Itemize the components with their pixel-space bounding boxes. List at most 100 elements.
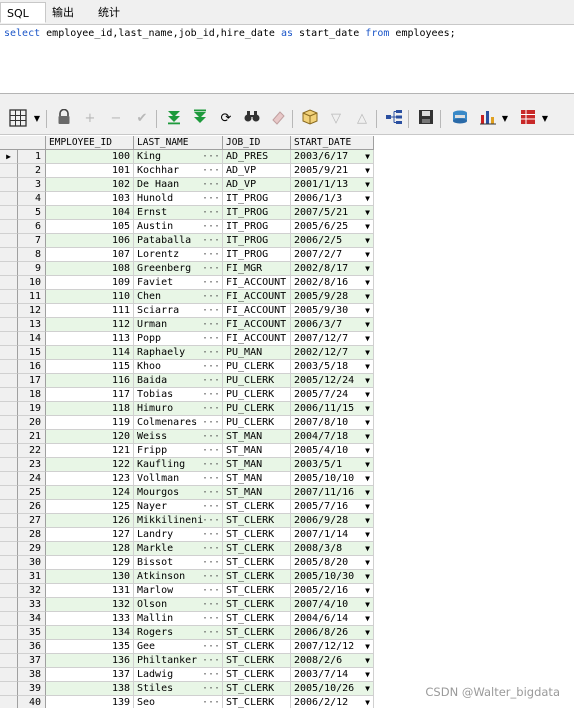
ellipsis-button[interactable]: ···: [202, 318, 220, 331]
cell-last-name[interactable]: Popp ···: [134, 332, 223, 346]
dropdown-arrow-icon[interactable]: ▼: [365, 346, 370, 359]
row-number[interactable]: 36: [18, 640, 46, 654]
row-number[interactable]: 10: [18, 276, 46, 290]
header-last-name[interactable]: LAST_NAME: [134, 136, 223, 150]
dropdown-arrow-icon[interactable]: ▼: [365, 248, 370, 261]
cell-start-date[interactable]: 2005/6/25 ▼: [291, 220, 374, 234]
row-number[interactable]: 25: [18, 486, 46, 500]
ellipsis-button[interactable]: ···: [202, 444, 220, 457]
dropdown-arrow-icon[interactable]: ▼: [365, 290, 370, 303]
chevron-down-icon[interactable]: ▼: [540, 109, 550, 129]
cell-job-id[interactable]: FI_ACCOUNT: [223, 276, 291, 290]
dropdown-arrow-icon[interactable]: ▼: [365, 612, 370, 625]
ellipsis-button[interactable]: ···: [202, 626, 220, 639]
cell-job-id[interactable]: ST_CLERK: [223, 514, 291, 528]
export-icon[interactable]: [450, 109, 470, 129]
cell-employee-id[interactable]: 109: [46, 276, 134, 290]
cell-employee-id[interactable]: 101: [46, 164, 134, 178]
cell-last-name[interactable]: Sciarra ···: [134, 304, 223, 318]
cell-last-name[interactable]: Faviet ···: [134, 276, 223, 290]
cell-job-id[interactable]: PU_CLERK: [223, 388, 291, 402]
cell-employee-id[interactable]: 120: [46, 430, 134, 444]
ellipsis-button[interactable]: ···: [202, 192, 220, 205]
cell-employee-id[interactable]: 129: [46, 556, 134, 570]
cell-employee-id[interactable]: 139: [46, 696, 134, 708]
cell-job-id[interactable]: ST_MAN: [223, 472, 291, 486]
ellipsis-button[interactable]: ···: [202, 332, 220, 345]
cell-job-id[interactable]: IT_PROG: [223, 206, 291, 220]
dropdown-arrow-icon[interactable]: ▼: [365, 234, 370, 247]
table-row[interactable]: 20 119 Colmenares ··· PU_CLERK 2007/8/10 ▼: [0, 416, 574, 430]
table-row[interactable]: 27 126 Mikkilineni ··· ST_CLERK 2006/9/28 ▼: [0, 514, 574, 528]
clear-icon[interactable]: [268, 109, 288, 129]
dropdown-arrow-icon[interactable]: ▼: [365, 332, 370, 345]
row-number[interactable]: 32: [18, 584, 46, 598]
cell-job-id[interactable]: AD_VP: [223, 178, 291, 192]
cell-start-date[interactable]: 2006/2/5 ▼: [291, 234, 374, 248]
cell-start-date[interactable]: 2004/6/14 ▼: [291, 612, 374, 626]
cell-job-id[interactable]: ST_MAN: [223, 458, 291, 472]
tab-statistics[interactable]: 统计: [92, 2, 138, 23]
ellipsis-button[interactable]: ···: [202, 556, 220, 569]
ellipsis-button[interactable]: ···: [202, 612, 220, 625]
cell-job-id[interactable]: IT_PROG: [223, 234, 291, 248]
cell-last-name[interactable]: De Haan ···: [134, 178, 223, 192]
cell-last-name[interactable]: Greenberg ···: [134, 262, 223, 276]
dropdown-arrow-icon[interactable]: ▼: [365, 276, 370, 289]
cell-start-date[interactable]: 2007/5/21 ▼: [291, 206, 374, 220]
cell-job-id[interactable]: ST_MAN: [223, 430, 291, 444]
cell-start-date[interactable]: 2007/12/7 ▼: [291, 332, 374, 346]
dropdown-arrow-icon[interactable]: ▼: [365, 388, 370, 401]
cell-last-name[interactable]: Baida ···: [134, 374, 223, 388]
table-row[interactable]: 19 118 Himuro ··· PU_CLERK 2006/11/15 ▼: [0, 402, 574, 416]
dropdown-arrow-icon[interactable]: ▼: [365, 360, 370, 373]
cell-employee-id[interactable]: 121: [46, 444, 134, 458]
cell-last-name[interactable]: Urman ···: [134, 318, 223, 332]
table-row[interactable]: 38 137 Ladwig ··· ST_CLERK 2003/7/14 ▼: [0, 668, 574, 682]
cell-job-id[interactable]: FI_MGR: [223, 262, 291, 276]
dropdown-arrow-icon[interactable]: ▼: [365, 528, 370, 541]
ellipsis-button[interactable]: ···: [202, 682, 220, 695]
cell-last-name[interactable]: Seo ···: [134, 696, 223, 708]
cell-start-date[interactable]: 2006/2/12 ▼: [291, 696, 374, 708]
cell-employee-id[interactable]: 117: [46, 388, 134, 402]
cell-employee-id[interactable]: 134: [46, 626, 134, 640]
table-row[interactable]: ▶ 1 100 King ··· AD_PRES 2003/6/17 ▼: [0, 150, 574, 164]
cell-last-name[interactable]: Rogers ···: [134, 626, 223, 640]
cell-last-name[interactable]: Philtanker ···: [134, 654, 223, 668]
ellipsis-button[interactable]: ···: [202, 486, 220, 499]
cell-job-id[interactable]: ST_MAN: [223, 486, 291, 500]
cell-job-id[interactable]: IT_PROG: [223, 248, 291, 262]
refresh-icon[interactable]: ⟳: [216, 109, 236, 129]
ellipsis-button[interactable]: ···: [202, 276, 220, 289]
table-row[interactable]: 11 110 Chen ··· FI_ACCOUNT 2005/9/28 ▼: [0, 290, 574, 304]
cell-job-id[interactable]: ST_CLERK: [223, 682, 291, 696]
dropdown-arrow-icon[interactable]: ▼: [365, 262, 370, 275]
cell-job-id[interactable]: PU_CLERK: [223, 360, 291, 374]
cell-start-date[interactable]: 2005/12/24 ▼: [291, 374, 374, 388]
table-options-icon[interactable]: [518, 109, 538, 129]
ellipsis-button[interactable]: ···: [202, 696, 220, 708]
cell-last-name[interactable]: Markle ···: [134, 542, 223, 556]
cell-start-date[interactable]: 2008/2/6 ▼: [291, 654, 374, 668]
cell-job-id[interactable]: ST_CLERK: [223, 640, 291, 654]
dropdown-arrow-icon[interactable]: ▼: [365, 500, 370, 513]
table-row[interactable]: 17 116 Baida ··· PU_CLERK 2005/12/24 ▼: [0, 374, 574, 388]
row-number[interactable]: 13: [18, 318, 46, 332]
dropdown-arrow-icon[interactable]: ▼: [365, 444, 370, 457]
row-number[interactable]: 40: [18, 696, 46, 708]
cell-employee-id[interactable]: 122: [46, 458, 134, 472]
cell-last-name[interactable]: Gee ···: [134, 640, 223, 654]
dropdown-arrow-icon[interactable]: ▼: [365, 626, 370, 639]
ellipsis-button[interactable]: ···: [202, 164, 220, 177]
cell-job-id[interactable]: AD_PRES: [223, 150, 291, 164]
cell-start-date[interactable]: 2001/1/13 ▼: [291, 178, 374, 192]
ellipsis-button[interactable]: ···: [202, 220, 220, 233]
cell-start-date[interactable]: 2006/11/15 ▼: [291, 402, 374, 416]
ellipsis-button[interactable]: ···: [202, 150, 220, 163]
ellipsis-button[interactable]: ···: [202, 570, 220, 583]
ellipsis-button[interactable]: ···: [202, 514, 220, 527]
dropdown-arrow-icon[interactable]: ▼: [365, 598, 370, 611]
cell-employee-id[interactable]: 108: [46, 262, 134, 276]
table-row[interactable]: 35 134 Rogers ··· ST_CLERK 2006/8/26 ▼: [0, 626, 574, 640]
